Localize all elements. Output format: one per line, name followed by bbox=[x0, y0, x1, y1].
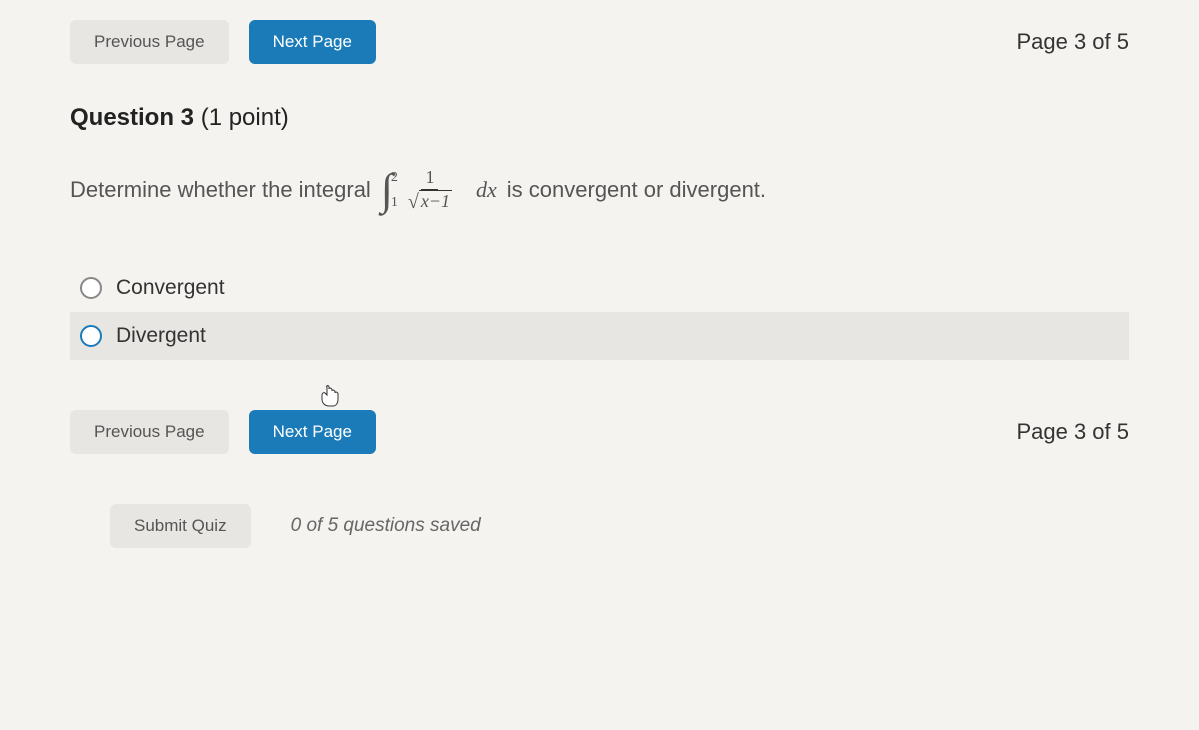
option-label: Divergent bbox=[116, 324, 206, 348]
sqrt-icon: √ bbox=[408, 190, 419, 214]
option-divergent[interactable]: Divergent bbox=[70, 312, 1129, 360]
submit-quiz-button[interactable]: Submit Quiz bbox=[110, 504, 251, 548]
saved-status: 0 of 5 questions saved bbox=[291, 515, 481, 537]
prompt-after: is convergent or divergent. bbox=[507, 177, 766, 203]
previous-page-button[interactable]: Previous Page bbox=[70, 20, 229, 64]
fraction-denominator: √ x−1 bbox=[404, 190, 456, 214]
fraction-numerator: 1 bbox=[421, 167, 438, 190]
dx-label: dx bbox=[476, 177, 497, 203]
fraction: 1 √ x−1 bbox=[404, 167, 456, 214]
bottom-nav: Previous Page Next Page Page 3 of 5 bbox=[70, 410, 1129, 454]
page-indicator-top: Page 3 of 5 bbox=[1016, 29, 1129, 55]
top-nav: Previous Page Next Page Page 3 of 5 bbox=[70, 20, 1129, 64]
next-page-button-bottom[interactable]: Next Page bbox=[249, 410, 376, 454]
nav-buttons-top: Previous Page Next Page bbox=[70, 20, 376, 64]
answer-options: Convergent Divergent bbox=[70, 264, 1129, 360]
question-number: Question 3 bbox=[70, 104, 194, 131]
radio-icon[interactable] bbox=[80, 325, 102, 347]
submit-row: Submit Quiz 0 of 5 questions saved bbox=[70, 504, 1129, 548]
question-prompt: Determine whether the integral ∫ 2 1 1 √… bbox=[70, 167, 1129, 214]
option-convergent[interactable]: Convergent bbox=[70, 264, 1129, 312]
option-label: Convergent bbox=[116, 276, 225, 300]
next-page-button[interactable]: Next Page bbox=[249, 20, 376, 64]
page-indicator-bottom: Page 3 of 5 bbox=[1016, 419, 1129, 445]
radio-icon[interactable] bbox=[80, 277, 102, 299]
question-header: Question 3 (1 point) bbox=[70, 104, 1129, 132]
nav-buttons-bottom: Previous Page Next Page bbox=[70, 410, 376, 454]
cursor-hand-icon bbox=[320, 385, 340, 412]
sqrt: √ x−1 bbox=[408, 190, 452, 214]
integral-expression: ∫ 2 1 1 √ x−1 bbox=[381, 167, 462, 214]
prompt-before: Determine whether the integral bbox=[70, 177, 371, 203]
previous-page-button-bottom[interactable]: Previous Page bbox=[70, 410, 229, 454]
sqrt-argument: x−1 bbox=[419, 190, 452, 213]
integral-sign-icon: ∫ bbox=[381, 168, 393, 212]
question-points: (1 point) bbox=[201, 104, 289, 131]
